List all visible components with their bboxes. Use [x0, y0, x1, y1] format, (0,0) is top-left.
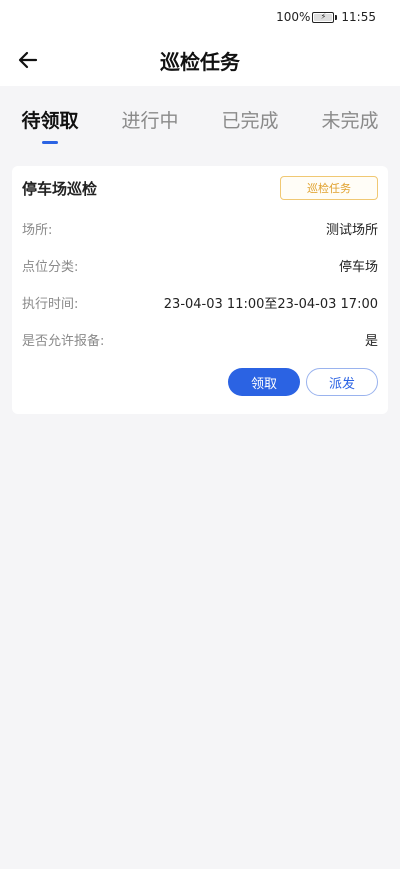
field-label: 场所:	[22, 223, 53, 238]
tab-to-claim[interactable]: 待领取	[0, 86, 100, 152]
status-time: 11:55	[341, 10, 376, 24]
back-button[interactable]	[12, 44, 44, 76]
app-header: 巡检任务	[0, 34, 400, 86]
battery-icon: ⚡	[312, 11, 338, 23]
field-row-place: 场所: 测试场所	[22, 210, 378, 247]
arrow-left-icon	[18, 51, 38, 69]
field-label: 点位分类:	[22, 260, 79, 275]
claim-button[interactable]: 领取	[228, 368, 300, 396]
task-type-badge: 巡检任务	[280, 176, 378, 200]
task-card[interactable]: 停车场巡检 巡检任务 场所: 测试场所 点位分类: 停车场 执行时间: 23-0…	[12, 166, 388, 414]
field-value: 测试场所	[325, 223, 378, 238]
dispatch-button[interactable]: 派发	[306, 368, 378, 396]
task-card-header: 停车场巡检 巡检任务	[22, 166, 378, 210]
field-row-allow-report: 是否允许报备: 是	[22, 321, 378, 358]
field-row-execution-time: 执行时间: 23-04-03 11:00至23-04-03 17:00	[22, 284, 378, 321]
task-actions: 领取 派发	[228, 368, 378, 396]
task-name: 停车场巡检	[22, 179, 98, 198]
status-tabs: 待领取 进行中 已完成 未完成	[0, 86, 400, 152]
field-value: 是	[364, 334, 378, 349]
field-label: 执行时间:	[22, 297, 79, 312]
field-row-point-category: 点位分类: 停车场	[22, 247, 378, 284]
field-label: 是否允许报备:	[22, 334, 105, 349]
page-title: 巡检任务	[160, 49, 240, 74]
tab-completed[interactable]: 已完成	[200, 86, 300, 152]
tab-in-progress[interactable]: 进行中	[100, 86, 200, 152]
battery-percent: 100%	[276, 10, 311, 24]
tab-incomplete[interactable]: 未完成	[300, 86, 400, 152]
field-value: 23-04-03 11:00至23-04-03 17:00	[163, 297, 378, 312]
field-value: 停车场	[338, 260, 378, 275]
status-bar: 100% ⚡ 11:55	[0, 0, 400, 34]
